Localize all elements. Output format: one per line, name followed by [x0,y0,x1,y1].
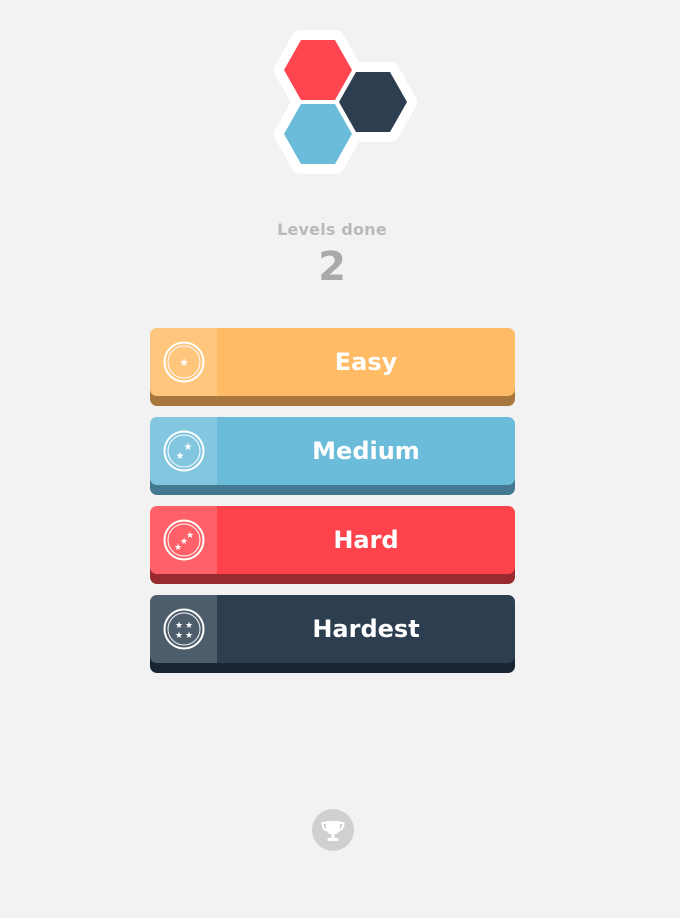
hard-icon-box: ★ ★ ★ [150,506,217,574]
medium-button[interactable]: ★ ★ Medium [150,417,515,485]
one-star-icon: ★ [163,341,205,383]
leaderboard-button[interactable] [312,809,354,851]
easy-label: Easy [334,348,398,376]
game-logo [274,30,417,174]
four-stars-icon: ★ ★ ★ ★ [163,608,205,650]
hardest-icon-box: ★ ★ ★ ★ [150,595,217,663]
trophy-icon [321,821,345,841]
svg-text:★: ★ [185,621,193,631]
hardest-label: Hardest [312,615,420,643]
svg-text:★: ★ [186,531,194,541]
svg-text:★: ★ [179,356,189,369]
easy-icon-box: ★ [150,328,217,396]
medium-label: Medium [312,437,420,465]
svg-text:★: ★ [175,631,183,641]
levels-done-count: 2 [318,244,346,290]
hardest-button[interactable]: ★ ★ ★ ★ Hardest [150,595,515,663]
easy-button[interactable]: ★ Easy [150,328,515,396]
svg-text:★: ★ [185,631,193,641]
three-stars-icon: ★ ★ ★ [163,519,205,561]
svg-text:★: ★ [175,621,183,631]
svg-text:★: ★ [184,442,193,453]
medium-icon-box: ★ ★ [150,417,217,485]
hard-button[interactable]: ★ ★ ★ Hard [150,506,515,574]
hard-label: Hard [333,526,399,554]
levels-done-label: Levels done [277,220,387,239]
two-stars-icon: ★ ★ [163,430,205,472]
